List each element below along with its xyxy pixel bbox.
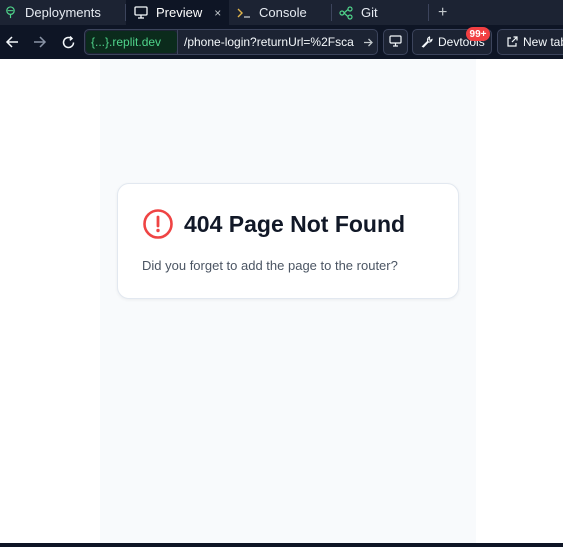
tab-divider (428, 4, 429, 21)
monitor-icon (134, 6, 148, 19)
page-title: 404 Page Not Found (184, 210, 406, 237)
go-arrow-icon[interactable] (361, 35, 375, 49)
tab-label: Deployments (25, 5, 101, 20)
tab-deployments[interactable]: Deployments (0, 0, 125, 25)
url-domain: {...}.replit.dev (86, 31, 177, 53)
tab-preview[interactable]: Preview × (126, 0, 229, 25)
url-divider (177, 30, 178, 54)
forward-arrow-icon[interactable] (31, 33, 49, 51)
new-tab-button[interactable]: New tab (497, 29, 563, 55)
back-arrow-icon[interactable] (3, 33, 21, 51)
tab-bar: Deployments Preview × Console Git + (0, 0, 563, 25)
bottom-edge (0, 543, 563, 547)
url-bar[interactable]: {...}.replit.dev /phone-login?returnUrl=… (84, 29, 378, 55)
alert-circle-icon (142, 208, 174, 240)
not-found-card: 404 Page Not Found Did you forget to add… (117, 183, 459, 299)
tab-label: Preview (156, 5, 203, 20)
device-preview-button[interactable] (383, 29, 408, 55)
tab-label: Console (259, 5, 307, 20)
close-tab-icon[interactable]: × (214, 6, 221, 20)
card-header: 404 Page Not Found (142, 208, 405, 240)
error-message: Did you forget to add the page to the ro… (142, 258, 398, 273)
new-tab-plus-icon[interactable]: + (438, 0, 447, 25)
wrench-icon (421, 36, 433, 48)
app-page-column (100, 59, 476, 543)
reload-icon[interactable] (59, 33, 77, 51)
devtools-notification-badge: 99+ (466, 27, 490, 41)
git-branch-icon (339, 5, 353, 20)
terminal-icon (237, 7, 251, 19)
tab-label: Git (361, 5, 378, 20)
tab-console[interactable]: Console (229, 0, 331, 25)
new-tab-label: New tab (523, 35, 563, 49)
deployments-icon (4, 6, 17, 19)
url-path-input[interactable]: /phone-login?returnUrl=%2Fsca (184, 30, 354, 54)
preview-viewport (0, 59, 563, 543)
external-link-icon (506, 36, 518, 48)
tab-git[interactable]: Git (332, 0, 428, 25)
device-icon (389, 34, 402, 50)
